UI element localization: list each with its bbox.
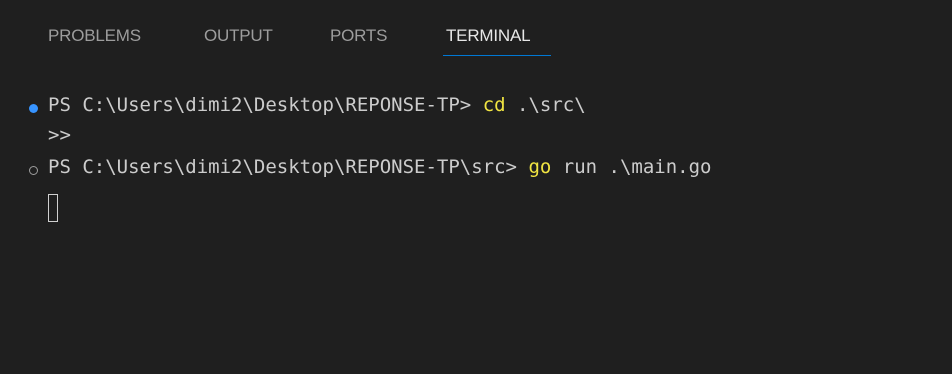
prompt-text: PS C:\Users\dimi2\Desktop\REPONSE-TP> [48, 94, 483, 116]
terminal-line-1: PS C:\Users\dimi2\Desktop\REPONSE-TP> cd… [48, 90, 586, 120]
active-tab-indicator [443, 55, 551, 56]
tab-problems[interactable]: PROBLEMS [48, 26, 141, 46]
terminal-line-2: >> [48, 120, 71, 150]
command-args: .\src\ [505, 94, 586, 116]
terminal-panel: PROBLEMS OUTPUT PORTS TERMINAL PS C:\Use… [0, 0, 952, 374]
command-args: run .\main.go [551, 156, 712, 178]
command-pending-decoration-icon[interactable] [29, 166, 38, 175]
command-success-decoration-icon[interactable] [29, 104, 38, 113]
terminal-output[interactable]: PS C:\Users\dimi2\Desktop\REPONSE-TP> cd… [0, 86, 952, 374]
tab-ports[interactable]: PORTS [330, 26, 387, 46]
panel-tab-bar: PROBLEMS OUTPUT PORTS TERMINAL [0, 0, 952, 56]
tab-output[interactable]: OUTPUT [204, 26, 273, 46]
terminal-line-3: PS C:\Users\dimi2\Desktop\REPONSE-TP\src… [48, 152, 711, 182]
terminal-cursor [48, 194, 58, 222]
command-text: cd [482, 94, 506, 116]
continuation-prompt: >> [48, 124, 71, 146]
prompt-text: PS C:\Users\dimi2\Desktop\REPONSE-TP\src… [48, 156, 529, 178]
command-text: go [528, 156, 552, 178]
tab-terminal[interactable]: TERMINAL [446, 26, 531, 46]
